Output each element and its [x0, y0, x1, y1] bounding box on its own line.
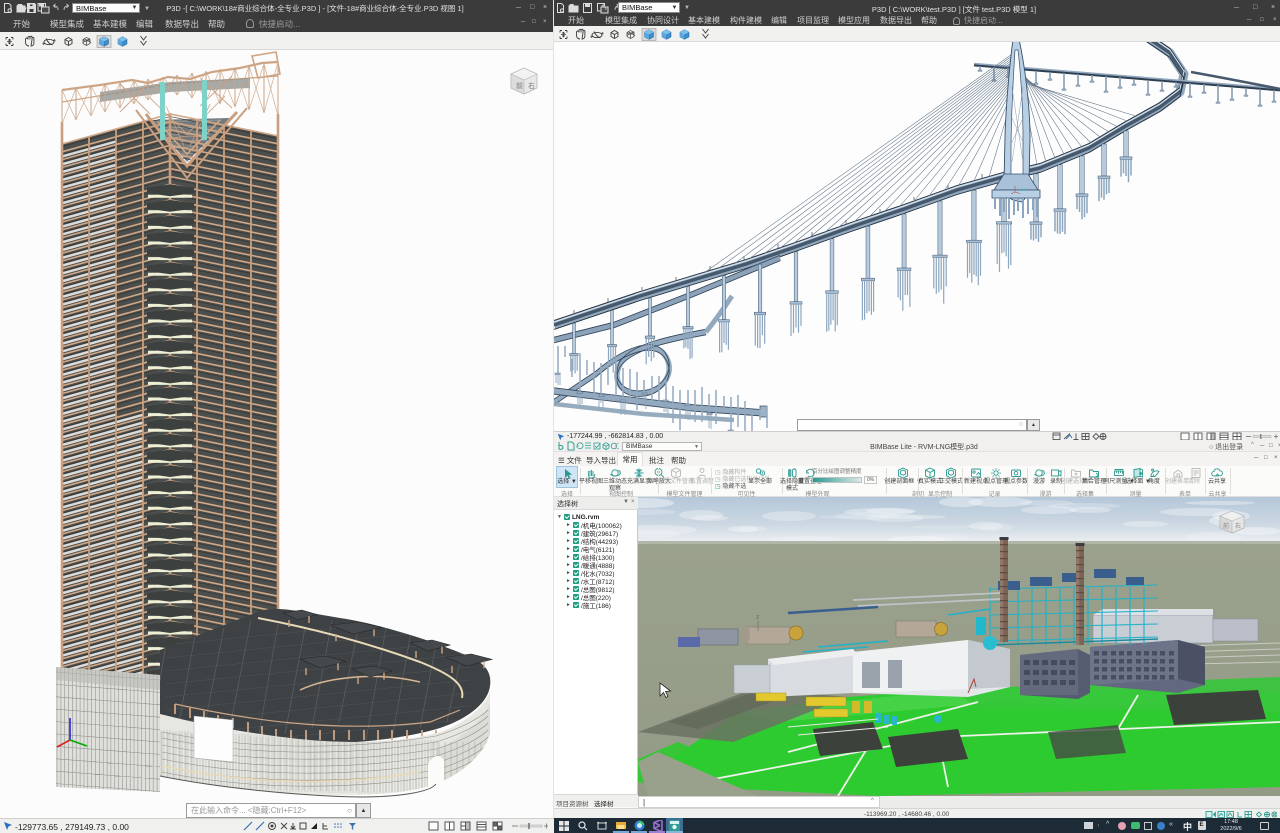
svg-text:前: 前 [516, 81, 523, 90]
svg-text:前: 前 [1223, 522, 1229, 530]
svg-text:右: 右 [528, 81, 535, 90]
svg-text:右: 右 [1235, 522, 1241, 530]
svg-text:z: z [756, 614, 760, 621]
